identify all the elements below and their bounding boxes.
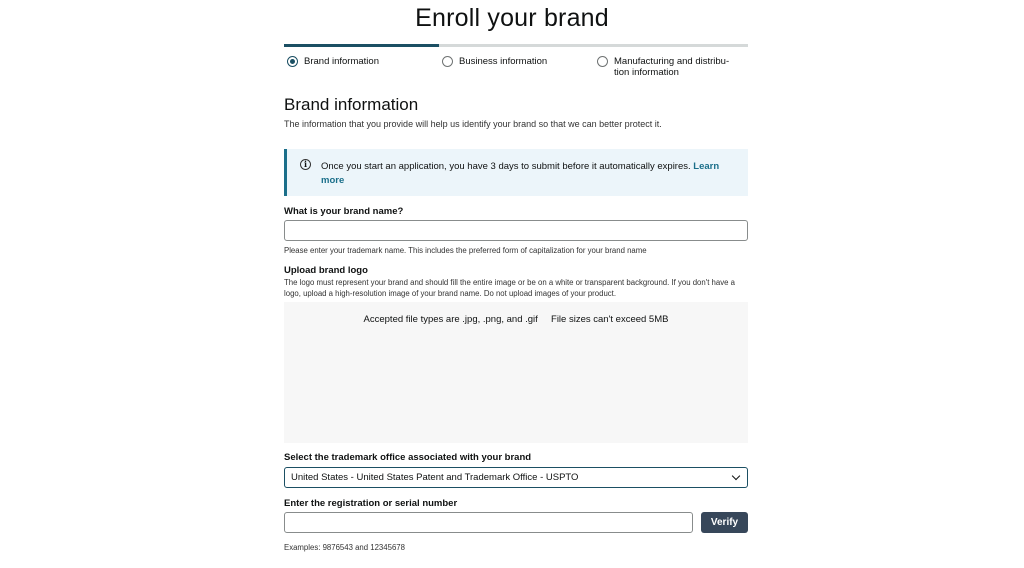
accepted-file-types: Accepted file types are .jpg, .png, and … [363,314,538,325]
step-brand-information[interactable]: Brand information [287,56,434,67]
step-radio-icon [287,56,298,67]
step-business-information[interactable]: Business information [442,56,589,67]
registration-number-input[interactable] [284,512,693,533]
alert-text: Once you start an application, you have … [321,160,731,187]
progress-bar [284,44,748,47]
info-icon: i [300,159,311,170]
alert-message: Once you start an application, you have … [321,161,691,172]
registration-number-label: Enter the registration or serial number [284,498,458,509]
upload-logo-hint: The logo must represent your brand and s… [284,278,735,298]
verify-button[interactable]: Verify [701,512,748,533]
brand-name-hint: Please enter your trademark name. This i… [284,246,647,255]
info-alert: i Once you start an application, you hav… [284,149,748,196]
progress-fill [284,44,439,47]
trademark-office-value: United States - United States Patent and… [291,472,579,483]
step-label: Manufacturing and distribu-tion informat… [614,56,730,78]
page-title: Enroll your brand [415,4,609,32]
step-label: Business information [459,56,548,67]
brand-name-label: What is your brand name? [284,206,404,217]
brand-name-input[interactable] [284,220,748,241]
logo-upload-dropzone[interactable]: Accepted file types are .jpg, .png, and … [284,302,748,443]
step-manufacturing-information[interactable]: Manufacturing and distribu-tion informat… [597,56,738,78]
step-radio-icon [442,56,453,67]
upload-requirements: Accepted file types are .jpg, .png, and … [284,314,748,325]
trademark-office-select[interactable]: United States - United States Patent and… [284,467,748,488]
step-label: Brand information [304,56,379,67]
section-title: Brand information [284,95,419,114]
chevron-down-icon [731,471,741,481]
registration-examples: Examples: 9876543 and 12345678 [284,543,405,552]
section-description: The information that you provide will he… [284,119,662,129]
trademark-office-label: Select the trademark office associated w… [284,452,532,463]
step-radio-icon [597,56,608,67]
upload-logo-label: Upload brand logo [284,265,368,276]
file-size-limit: File sizes can't exceed 5MB [551,314,669,325]
